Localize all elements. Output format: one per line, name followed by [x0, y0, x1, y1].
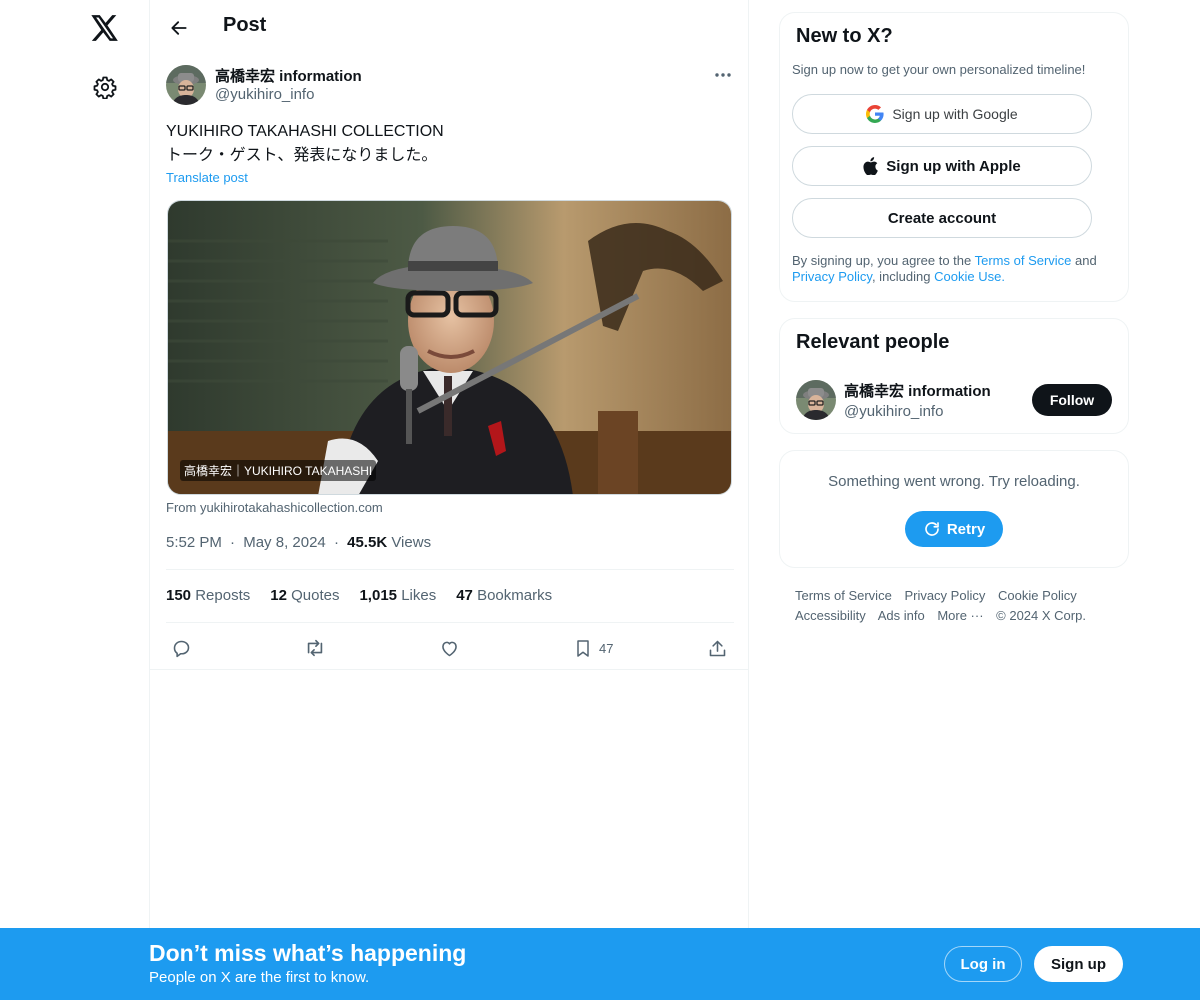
divider — [166, 622, 734, 623]
meta-separator: · — [230, 534, 236, 551]
post-actions: 47 — [150, 633, 750, 663]
bookmarks-label: Bookmarks — [477, 587, 553, 604]
footer-cookie-link[interactable]: Cookie Policy — [998, 588, 1077, 603]
meta-separator: · — [333, 534, 339, 551]
person-handle[interactable]: @yukihiro_info — [844, 403, 943, 420]
banner-title: Don’t miss what’s happening — [149, 940, 467, 966]
post-image[interactable]: 高橋幸宏｜YUKIHIRO TAKAHASHI — [167, 200, 732, 495]
author-handle[interactable]: @yukihiro_info — [215, 86, 314, 103]
quotes-stat[interactable]: 12 Quotes — [270, 587, 339, 604]
footer-accessibility-link[interactable]: Accessibility — [795, 608, 866, 623]
author-avatar[interactable] — [166, 65, 206, 105]
footer-more-button[interactable]: More ··· — [937, 608, 983, 623]
terms-and: and — [1071, 253, 1097, 268]
post-time[interactable]: 5:52 PM — [166, 534, 222, 551]
reposts-label: Reposts — [195, 587, 251, 604]
terms-prefix: By signing up, you agree to the — [792, 253, 975, 268]
likes-stat[interactable]: 1,015 Likes — [359, 587, 436, 604]
back-arrow-icon — [171, 21, 187, 35]
quotes-count: 12 — [270, 587, 287, 604]
cookie-use-link[interactable]: Cookie Use — [934, 269, 1001, 284]
footer-ads-link[interactable]: Ads info — [878, 608, 925, 623]
follow-button[interactable]: Follow — [1032, 384, 1112, 416]
bookmark-icon — [577, 639, 589, 657]
likes-label: Likes — [401, 587, 437, 604]
new-to-x-subtitle: Sign up now to get your own personalized… — [792, 62, 1086, 77]
avatar[interactable] — [796, 380, 836, 420]
new-to-x-title: New to X? — [796, 25, 893, 47]
reposts-count: 150 — [166, 587, 192, 604]
banner-subtitle: People on X are the first to know. — [149, 969, 370, 986]
error-message: Something went wrong. Try reloading. — [828, 473, 1080, 490]
post-text-line: トーク・ゲスト、発表になりました。 — [166, 147, 438, 164]
retry-button[interactable]: Retry — [905, 511, 1003, 547]
privacy-policy-link[interactable]: Privacy Policy — [792, 269, 872, 284]
views-count: 45.5K — [347, 534, 388, 551]
footer-links: Terms of Service Privacy Policy Cookie P… — [795, 586, 1125, 626]
terms-including: , including — [871, 269, 935, 284]
signup-apple-button[interactable]: Sign up with Apple — [792, 146, 1092, 186]
post-meta: 5:52 PM · May 8, 2024 · 45.5K Views — [166, 534, 431, 551]
login-button[interactable]: Log in — [944, 946, 1022, 982]
post-date[interactable]: May 8, 2024 — [243, 534, 326, 551]
repost-button[interactable] — [304, 633, 326, 663]
signup-apple-label: Sign up with Apple — [886, 157, 1021, 175]
divider — [166, 569, 734, 570]
image-caption: 高橋幸宏｜YUKIHIRO TAKAHASHI — [180, 460, 377, 481]
reposts-stat[interactable]: 150 Reposts — [166, 587, 250, 604]
more-dots-icon[interactable] — [710, 64, 736, 86]
page-title: Post — [223, 14, 267, 36]
image-source-link[interactable]: From yukihirotakahashicollection.com — [166, 500, 383, 515]
share-icon — [709, 640, 726, 656]
bookmarks-stat[interactable]: 47 Bookmarks — [456, 587, 552, 604]
back-button[interactable] — [162, 11, 196, 45]
refresh-icon — [925, 522, 939, 536]
views-label: Views — [391, 534, 432, 551]
bookmark-count: 47 — [599, 640, 614, 656]
x-logo-icon[interactable] — [85, 8, 125, 48]
divider — [150, 669, 748, 670]
signup-button[interactable]: Sign up — [1034, 946, 1123, 982]
bookmarks-count: 47 — [456, 587, 473, 604]
reply-icon — [173, 640, 190, 657]
new-to-x-card: New to X? Sign up now to get your own pe… — [779, 12, 1129, 302]
footer-copyright: © 2024 X Corp. — [996, 608, 1086, 623]
quotes-label: Quotes — [291, 587, 340, 604]
retry-label: Retry — [946, 520, 986, 538]
create-account-button[interactable]: Create account — [792, 198, 1092, 238]
gear-icon[interactable] — [85, 67, 125, 107]
footer-terms-link[interactable]: Terms of Service — [795, 588, 892, 603]
relevant-people-card: Relevant people 高橋幸宏 information @yukihi… — [779, 318, 1129, 434]
post-text-line: YUKIHIRO TAKAHASHI COLLECTION — [166, 123, 444, 140]
left-nav — [0, 0, 150, 1000]
signup-terms-text: By signing up, you agree to the Terms of… — [792, 253, 1122, 285]
person-name[interactable]: 高橋幸宏 information — [844, 380, 991, 401]
post-header: Post — [150, 0, 750, 54]
signup-banner: Don’t miss what’s happening People on X … — [0, 928, 1200, 1000]
relevant-people-title: Relevant people — [796, 331, 950, 353]
trends-error-card: Something went wrong. Try reloading. Ret… — [779, 450, 1129, 568]
terms-period: . — [1001, 269, 1005, 284]
like-button[interactable] — [439, 633, 460, 663]
reply-button[interactable] — [171, 633, 192, 663]
signup-google-label: Sign up with Google — [892, 106, 1018, 122]
post-stats: 150 Reposts 12 Quotes 1,015 Likes 47 Boo… — [166, 587, 552, 604]
post-text: YUKIHIRO TAKAHASHI COLLECTION トーク・ゲスト、発表… — [166, 120, 734, 168]
translate-post-link[interactable]: Translate post — [166, 170, 248, 185]
share-button[interactable] — [707, 633, 728, 663]
likes-count: 1,015 — [359, 587, 398, 604]
like-heart-icon — [442, 641, 457, 656]
main-column: Post 高橋幸宏 information @yukihiro_info YUK… — [149, 0, 749, 1000]
signup-google-button[interactable]: Sign up with Google — [792, 94, 1092, 134]
bookmark-button[interactable]: 47 — [573, 633, 613, 663]
apple-icon — [863, 157, 879, 175]
footer-privacy-link[interactable]: Privacy Policy — [904, 588, 985, 603]
google-icon — [866, 105, 884, 123]
repost-icon — [307, 639, 323, 657]
terms-of-service-link[interactable]: Terms of Service — [975, 253, 1072, 268]
author-name[interactable]: 高橋幸宏 information — [215, 65, 362, 86]
